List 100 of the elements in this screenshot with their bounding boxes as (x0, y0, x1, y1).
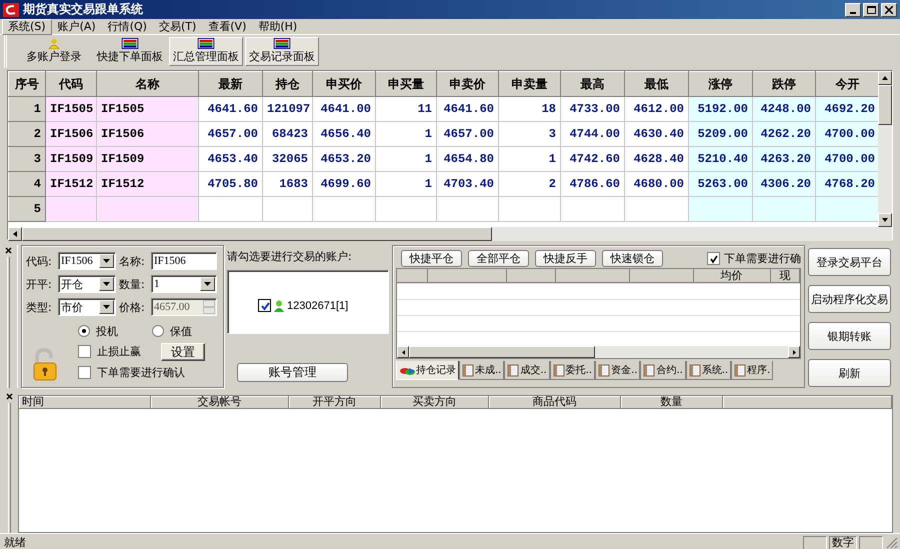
input-field[interactable]: IF1506 (151, 252, 217, 270)
tree-item[interactable]: 12302671[1] (258, 299, 348, 312)
toolbar-button[interactable]: 交易记录面板 (245, 37, 319, 66)
action-button[interactable]: 启动程序化交易 (808, 285, 891, 313)
quick-action-button[interactable]: 快速锁仓 (602, 250, 663, 266)
check-icon (708, 252, 720, 264)
document-icon (688, 364, 701, 376)
menu-item[interactable]: 系统(S) (2, 18, 52, 34)
action-button[interactable]: 刷新 (808, 359, 891, 387)
table-cell: 4641.60 (444, 102, 494, 116)
tab[interactable]: 成交.. (504, 361, 550, 380)
scroll-down-button[interactable] (878, 213, 892, 227)
status-panel (803, 536, 827, 549)
table-cell: 4742.60 (570, 152, 620, 166)
checkbox[interactable] (78, 366, 91, 379)
action-button[interactable]: 银期转账 (808, 322, 891, 350)
menu-item[interactable]: 交易(T) (152, 20, 202, 34)
column-header[interactable]: 最低 (624, 72, 688, 96)
column-header[interactable]: 今开 (816, 72, 878, 96)
close-button[interactable] (881, 2, 897, 16)
settings-button[interactable]: 设置 (161, 342, 205, 360)
table-cell: 4768.20 (824, 177, 875, 191)
column-header[interactable] (556, 269, 630, 283)
checkbox[interactable] (258, 299, 271, 312)
menu-item[interactable]: 账户(A) (52, 20, 102, 34)
radio-option[interactable]: 保值 (152, 324, 192, 338)
column-header[interactable] (507, 269, 556, 283)
table-cell: 4654.80 (444, 152, 494, 166)
scrollbar-thumb[interactable] (409, 346, 595, 358)
table-cell: 1 (424, 177, 432, 191)
tab[interactable]: 未成.. (459, 361, 504, 380)
column-header[interactable]: 最新 (198, 72, 262, 96)
menu-item[interactable]: 帮助(H) (252, 20, 304, 34)
action-button[interactable]: 登录交易平台 (808, 248, 891, 276)
user-icon (274, 300, 284, 312)
quick-action-button[interactable]: 快捷反手 (535, 250, 596, 266)
table-cell: 1683 (279, 177, 308, 191)
column-header[interactable]: 申卖价 (436, 72, 498, 96)
radio-button[interactable] (78, 325, 90, 337)
dropdown[interactable]: 开仓 (58, 275, 116, 293)
scroll-up-button[interactable] (878, 71, 892, 85)
column-header[interactable]: 申买价 (312, 72, 376, 96)
menu-item[interactable]: 行情(Q) (102, 20, 153, 34)
column-header[interactable]: 申买量 (376, 72, 436, 96)
radio-option[interactable]: 投机 (78, 324, 118, 338)
table-cell: IF1512 (50, 177, 94, 191)
maximize-button[interactable] (863, 2, 879, 16)
left-arrow-icon (400, 348, 406, 356)
column-header[interactable] (397, 269, 428, 283)
dropdown-arrow-icon (204, 282, 211, 286)
check-icon (259, 300, 271, 312)
scroll-left-button[interactable] (397, 346, 409, 358)
account-manage-button[interactable]: 账号管理 (237, 363, 348, 382)
scrollbar-thumb[interactable] (22, 227, 492, 241)
scroll-right-button[interactable] (788, 346, 800, 358)
table-cell: 4786.60 (570, 177, 620, 191)
quick-action-button[interactable]: 快捷平仓 (401, 250, 462, 266)
quick-action-button[interactable]: 全部平仓 (468, 250, 529, 266)
tab[interactable]: 合约.. (640, 361, 686, 380)
dropdown[interactable]: IF1506 (58, 252, 116, 270)
checkbox[interactable] (78, 345, 91, 358)
column-header[interactable]: 名称 (96, 72, 198, 96)
table-cell: 4705.80 (208, 177, 258, 191)
tab[interactable]: 持仓记录 (396, 361, 459, 380)
table-cell: 2 (548, 177, 556, 191)
column-header[interactable]: 时间 (22, 395, 44, 408)
column-header[interactable]: 序号 (8, 72, 46, 96)
menu-item[interactable]: 查看(V) (202, 20, 252, 34)
dropdown-arrow-icon (103, 305, 110, 309)
dropdown[interactable]: 1 (151, 275, 217, 293)
table-cell: IF1509 (101, 152, 144, 166)
scroll-left-button[interactable] (8, 227, 22, 241)
column-header[interactable]: 代码 (46, 72, 96, 96)
minimize-button[interactable] (845, 2, 861, 16)
tab[interactable]: 资金.. (595, 361, 640, 380)
dropdown[interactable]: 市价 (58, 298, 116, 316)
toolbar-button[interactable]: 多账户登录 (17, 37, 91, 66)
radio-button[interactable] (152, 325, 164, 337)
panel-icon (197, 38, 215, 49)
scrollbar-thumb[interactable] (878, 85, 892, 125)
tab[interactable]: 程序. (731, 361, 774, 380)
close-icon (885, 6, 893, 14)
column-header[interactable] (630, 269, 694, 283)
tab[interactable]: 系统.. (686, 361, 732, 380)
column-header[interactable]: 跌停 (752, 72, 816, 96)
column-header[interactable]: 最高 (560, 72, 624, 96)
dropdown-arrow-icon (103, 282, 110, 286)
column-header[interactable] (428, 269, 508, 283)
column-header[interactable] (723, 396, 892, 409)
column-header[interactable]: 涨停 (688, 72, 752, 96)
column-header[interactable]: 持仓 (262, 72, 312, 96)
toolbar-button[interactable]: 汇总管理面板 (169, 37, 243, 66)
table-cell: 5210.40 (698, 152, 748, 166)
toolbar-button[interactable]: 快捷下单面板 (93, 37, 167, 66)
tab[interactable]: 委托.. (550, 361, 596, 380)
table-cell: 5192.00 (698, 102, 748, 116)
column-header[interactable]: 申卖量 (498, 72, 560, 96)
row-number: 2 (34, 127, 41, 141)
checkbox[interactable] (707, 252, 720, 264)
maximize-icon (866, 6, 876, 14)
